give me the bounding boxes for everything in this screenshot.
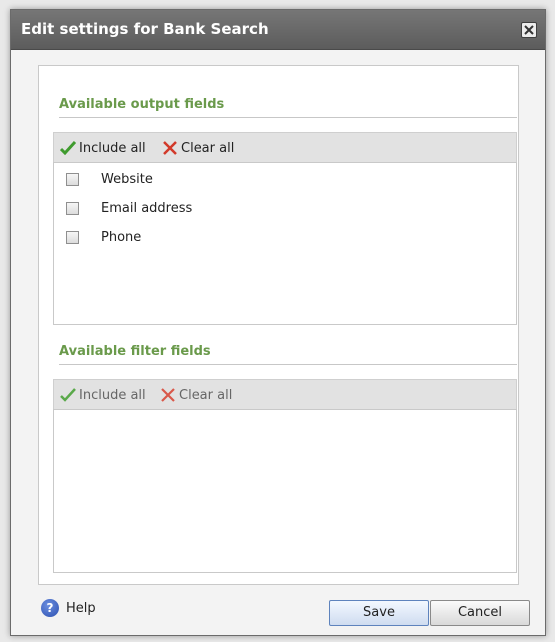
save-button[interactable]: Save [329,600,429,626]
output-include-all-button[interactable]: Include all [60,139,146,157]
email-address-checkbox[interactable] [66,201,79,215]
help-label: Help [66,600,96,616]
filter-include-all-button[interactable]: Include all [60,386,146,404]
help-link[interactable]: ? Help [41,599,96,617]
checkmark-icon [60,141,76,155]
output-fields-list: Website Email address Phone [53,162,517,325]
output-clear-all-label: Clear all [181,140,235,156]
checkmark-icon [60,388,76,402]
output-include-all-label: Include all [79,140,146,156]
list-item[interactable]: Phone [66,228,141,246]
filter-section-title: Available filter fields [59,344,211,359]
filter-clear-all-button[interactable]: Clear all [160,386,232,404]
phone-checkbox[interactable] [66,230,79,244]
close-icon [524,25,534,35]
output-section-divider [59,117,517,118]
help-icon: ? [41,599,59,617]
red-x-icon [163,141,177,155]
filter-clear-all-label: Clear all [179,387,233,403]
settings-panel: Available output fields Include all Clea… [38,65,519,585]
list-item-label: Email address [101,200,193,216]
red-x-icon [161,388,175,402]
cancel-button[interactable]: Cancel [430,600,530,626]
list-item-label: Phone [101,229,142,245]
output-section-title: Available output fields [59,97,225,112]
close-button[interactable] [521,22,537,38]
edit-settings-dialog: Edit settings for Bank Search Available … [10,9,546,636]
output-toolbar: Include all Clear all [53,132,517,163]
website-checkbox[interactable] [66,172,79,186]
filter-fields-list [53,409,517,573]
output-clear-all-button[interactable]: Clear all [162,139,234,157]
list-item[interactable]: Email address [66,199,192,217]
filter-include-all-label: Include all [79,387,146,403]
filter-section-divider [59,364,517,365]
list-item[interactable]: Website [66,170,153,188]
dialog-titlebar: Edit settings for Bank Search [11,10,545,50]
filter-toolbar: Include all Clear all [53,379,517,410]
list-item-label: Website [101,171,153,187]
dialog-title: Edit settings for Bank Search [21,20,269,38]
